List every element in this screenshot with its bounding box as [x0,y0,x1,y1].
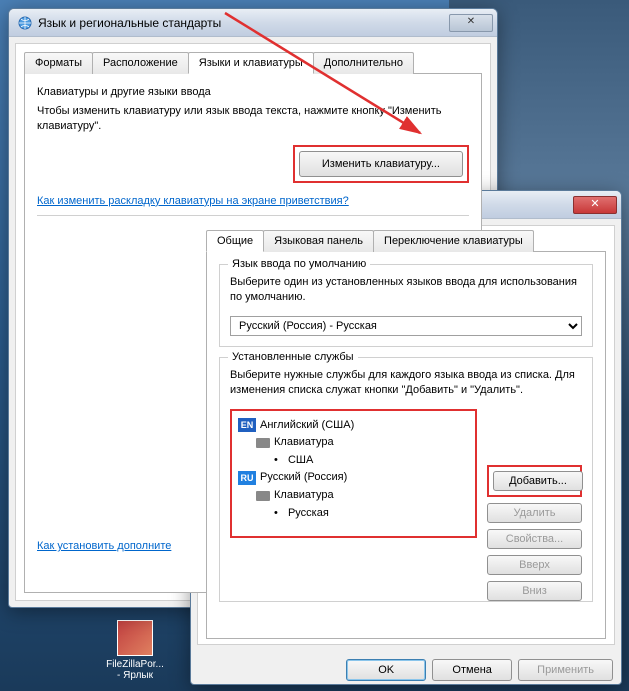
desktop-shortcut[interactable]: FileZillaPor... - Ярлык [100,620,170,681]
annotation-highlight: Добавить... [487,465,582,497]
tree-layout[interactable]: • Русская [238,505,469,523]
annotation-highlight: Изменить клавиатуру... [293,145,469,183]
default-lang-select[interactable]: Русский (Россия) - Русская [230,316,582,336]
help-link-install[interactable]: Как установить дополните [37,540,171,552]
shortcut-label: FileZillaPor... [100,659,170,670]
cancel-button[interactable]: Отмена [432,659,512,681]
tab-general[interactable]: Общие [206,230,264,252]
close-button[interactable]: ✕ [573,196,617,214]
lang-badge-ru: RU [238,471,256,485]
tab-langbar[interactable]: Языковая панель [263,230,374,252]
tabs: Форматы Расположение Языки и клавиатуры … [24,52,482,74]
help-link-welcome[interactable]: Как изменить раскладку клавиатуры на экр… [37,195,349,207]
services-legend: Установленные службы [228,351,358,363]
filezilla-icon [117,620,153,656]
tab-advanced[interactable]: Дополнительно [313,52,414,74]
change-keyboard-button[interactable]: Изменить клавиатуру... [299,151,463,177]
tabs: Общие Языковая панель Переключение клави… [206,230,606,252]
globe-icon [17,15,33,31]
services-desc: Выберите нужные службы для каждого языка… [230,368,582,399]
description: Чтобы изменить клавиатуру или язык ввода… [37,104,469,135]
installed-services-tree[interactable]: EN Английский (США) Клавиатура • США [232,411,475,536]
tab-location[interactable]: Расположение [92,52,189,74]
keyboard-icon [256,491,270,501]
separator [37,215,469,216]
tree-kb-group[interactable]: Клавиатура [238,487,469,505]
window-title: Язык и региональные стандарты [38,16,449,30]
properties-button[interactable]: Свойства... [487,529,582,549]
default-lang-desc: Выберите один из установленных языков вв… [230,275,582,306]
titlebar[interactable]: Язык и региональные стандарты ✕ [9,9,497,37]
tab-formats[interactable]: Форматы [24,52,93,74]
up-button[interactable]: Вверх [487,555,582,575]
tree-lang-en[interactable]: EN Английский (США) [238,417,469,435]
apply-button[interactable]: Применить [518,659,613,681]
tree-kb-group[interactable]: Клавиатура [238,434,469,452]
tree-layout[interactable]: • США [238,452,469,470]
tab-hotkeys[interactable]: Переключение клавиатуры [373,230,534,252]
tab-keyboards[interactable]: Языки и клавиатуры [188,52,314,74]
lang-badge-en: EN [238,418,256,432]
close-button[interactable]: ✕ [449,14,493,32]
service-buttons: Добавить... Удалить Свойства... Вверх Вн… [487,409,582,601]
text-services-window: Языки и службы текстового ввода ✕ Общие … [190,190,622,685]
remove-button[interactable]: Удалить [487,503,582,523]
add-button[interactable]: Добавить... [493,471,583,491]
default-lang-legend: Язык ввода по умолчанию [228,258,370,270]
services-group: Установленные службы Выберите нужные слу… [219,357,593,602]
annotation-highlight: EN Английский (США) Клавиатура • США [230,409,477,538]
keyboard-icon [256,438,270,448]
tree-lang-ru[interactable]: RU Русский (Россия) [238,469,469,487]
down-button[interactable]: Вниз [487,581,582,601]
shortcut-sublabel: - Ярлык [100,670,170,681]
dialog-buttons: OK Отмена Применить [191,651,621,689]
default-lang-group: Язык ввода по умолчанию Выберите один из… [219,264,593,347]
group-title: Клавиатуры и другие языки ввода [37,86,469,98]
ok-button[interactable]: OK [346,659,426,681]
